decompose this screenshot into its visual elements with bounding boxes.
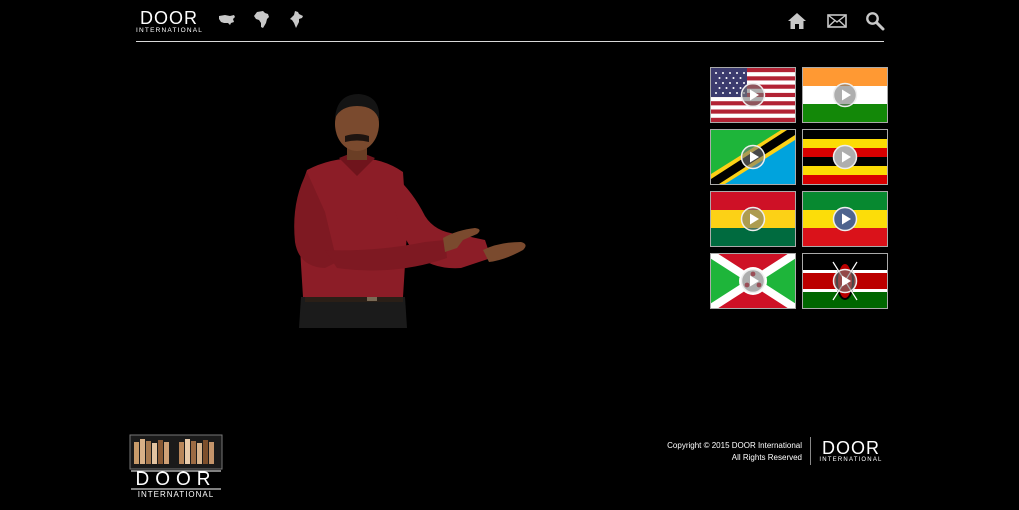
brand-name: DOOR: [140, 8, 198, 28]
play-icon: [832, 268, 858, 294]
footer-brand[interactable]: DOOR INTERNATIONAL: [818, 438, 884, 464]
home-icon[interactable]: [786, 11, 808, 31]
africa-map-icon[interactable]: [254, 11, 270, 29]
footer-logo[interactable]: DOOR INTERNATIONAL: [129, 434, 223, 500]
burundi-flag[interactable]: [710, 253, 796, 309]
play-icon: [832, 82, 858, 108]
india-flag[interactable]: [802, 67, 888, 123]
header-logo[interactable]: DOOR INTERNATIONAL: [136, 9, 202, 35]
india-map-icon[interactable]: [290, 11, 304, 29]
ghana-flag[interactable]: [710, 191, 796, 247]
play-icon: [832, 206, 858, 232]
footer-brand-sub: INTERNATIONAL: [819, 457, 883, 463]
search-icon[interactable]: [864, 11, 886, 31]
tanzania-flag[interactable]: [710, 129, 796, 185]
play-icon: [740, 206, 766, 232]
footer-divider: [810, 437, 811, 465]
usa-map-icon[interactable]: [218, 11, 236, 29]
play-icon: [740, 268, 766, 294]
language-flag-grid: [710, 67, 890, 309]
footer-logo-name: DOOR: [135, 469, 217, 490]
usa-flag[interactable]: [710, 67, 796, 123]
play-icon: [740, 144, 766, 170]
footer-logo-sub: INTERNATIONAL: [137, 490, 215, 499]
rights-text: All Rights Reserved: [731, 453, 802, 462]
mail-icon[interactable]: [826, 11, 848, 31]
kenya-flag[interactable]: [802, 253, 888, 309]
header-divider: [136, 41, 884, 42]
play-icon: [740, 82, 766, 108]
sign-language-presenter-image: [285, 92, 535, 328]
ethiopia-flag[interactable]: [802, 191, 888, 247]
copyright-text: Copyright © 2015 DOOR International: [667, 441, 802, 450]
uganda-flag[interactable]: [802, 129, 888, 185]
play-icon: [832, 144, 858, 170]
footer-brand-name: DOOR: [822, 438, 880, 458]
brand-sub: INTERNATIONAL: [136, 27, 204, 34]
copyright-block: Copyright © 2015 DOOR International All …: [600, 440, 802, 464]
